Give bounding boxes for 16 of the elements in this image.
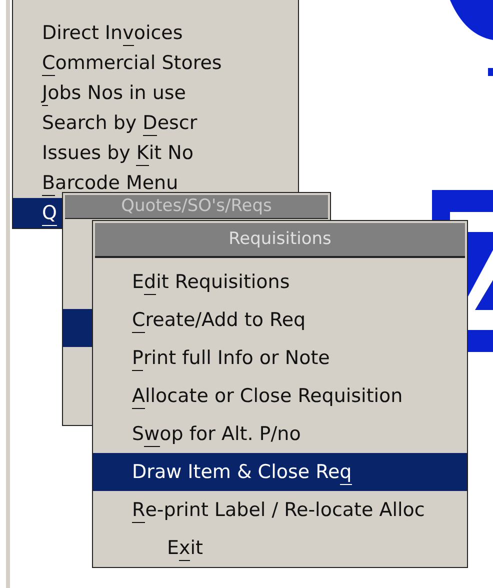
menu-item[interactable]: Barcode Menu <box>13 168 298 198</box>
submenu-title: Quotes/SO's/Reqs <box>65 195 328 219</box>
menu-item[interactable]: Jobs Nos in use <box>13 78 298 108</box>
menu-item[interactable]: Direct Invoices <box>13 18 298 48</box>
menu-item[interactable]: Edit Requisitions <box>93 263 467 301</box>
menu-item[interactable]: Create/Add to Req <box>93 301 467 339</box>
menu-item[interactable]: Issues by Kit No <box>13 138 298 168</box>
menu-item[interactable]: Exit <box>93 529 467 567</box>
menu-item[interactable]: Swop for Alt. P/no <box>93 415 467 453</box>
menu-item[interactable]: Re-print Label / Re-locate Alloc <box>93 491 467 529</box>
menu-item[interactable]: Allocate or Close Requisition <box>93 377 467 415</box>
menu-item[interactable]: Draw Item & Close Req <box>93 453 467 491</box>
menu-title: Requisitions <box>95 223 465 258</box>
menu-item[interactable]: Search by Descr <box>13 108 298 138</box>
menu-item[interactable]: Commercial Stores <box>13 48 298 78</box>
menu-item[interactable]: Print full Info or Note <box>93 339 467 377</box>
